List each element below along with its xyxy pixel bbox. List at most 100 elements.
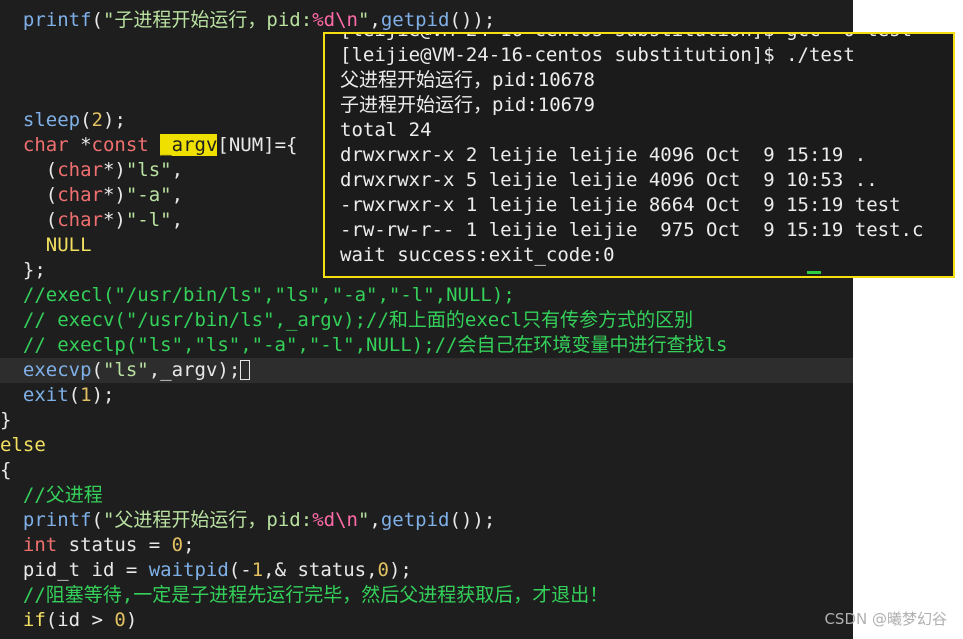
terminal-line: -rwxrwxr-x 1 leijie leijie 8664 Oct 9 15…	[340, 194, 901, 216]
code-token: int	[22, 534, 58, 556]
code-token: ,_argv);	[148, 359, 241, 381]
code-line[interactable]: else	[0, 433, 853, 458]
code-token: ());	[449, 509, 496, 531]
code-token: *	[68, 134, 92, 156]
code-token: (	[0, 159, 58, 181]
code-token: ;	[183, 534, 195, 556]
code-token: );	[388, 559, 412, 581]
code-token: exit	[22, 384, 69, 406]
code-line[interactable]: printf("父进程开始运行，pid:%d\n",getpid());	[0, 508, 853, 533]
code-token: 1	[80, 384, 92, 406]
code-line[interactable]: //execl("/usr/bin/ls","ls","-a","-l",NUL…	[0, 283, 853, 308]
code-token: //父进程	[0, 484, 103, 506]
code-token: execvp	[22, 359, 92, 381]
terminal-output-panel: [leijie@VM-24-16-centos substitution]$ g…	[323, 32, 955, 278]
code-token: //阻塞等待,一定是子进程先运行完毕，然后父进程获取后，才退出！	[0, 584, 609, 606]
code-token: "ls"	[102, 359, 149, 381]
code-token: waitpid	[148, 559, 229, 581]
code-line[interactable]: if(id > 0)	[0, 608, 853, 633]
code-line-current[interactable]: execvp("ls",_argv);	[0, 358, 853, 383]
code-token: 0	[114, 609, 126, 631]
code-token: );	[91, 384, 115, 406]
code-token: );	[103, 109, 126, 131]
code-token: (	[80, 109, 92, 131]
code-token: (	[91, 359, 103, 381]
code-token: ,	[171, 159, 184, 181]
code-token: }	[0, 409, 12, 431]
terminal-line: drwxrwxr-x 5 leijie leijie 4096 Oct 9 10…	[340, 169, 878, 191]
code-token: printf	[22, 9, 92, 31]
code-token: char	[57, 184, 103, 206]
code-token: ,& status,	[263, 559, 378, 581]
terminal-line: [leijie@VM-24-16-centos substitution]$ g…	[325, 34, 953, 43]
terminal-line: 子进程开始运行，pid:10679	[340, 94, 595, 116]
code-line[interactable]: //父进程	[0, 483, 853, 508]
code-token: NULL	[45, 234, 92, 256]
code-token: char	[57, 209, 103, 231]
terminal-line: [leijie@VM-24-16-centos substitution]$ .…	[340, 44, 855, 66]
code-token: ,	[369, 509, 381, 531]
code-token: [NUM]={	[217, 134, 298, 156]
code-token: 0	[377, 559, 389, 581]
code-token: "ls"	[125, 159, 172, 181]
code-token: ,	[369, 9, 381, 31]
code-line[interactable]: //阻塞等待,一定是子进程先运行完毕，然后父进程获取后，才退出！	[0, 583, 853, 608]
code-line[interactable]: printf("子进程开始运行，pid:%d\n",getpid());	[0, 8, 853, 33]
code-line[interactable]: int status = 0;	[0, 533, 853, 558]
code-line[interactable]: }	[0, 408, 853, 433]
code-token: 0	[171, 534, 184, 556]
code-token: %d\n	[312, 9, 358, 31]
code-token: "-a"	[125, 184, 172, 206]
code-token: *)	[102, 184, 126, 206]
code-token: getpid	[380, 509, 450, 531]
code-token: const	[91, 134, 149, 156]
code-token: };	[0, 259, 46, 281]
code-token: *)	[102, 159, 126, 181]
csdn-watermark: CSDN @曦梦幻谷	[824, 610, 947, 628]
code-line[interactable]: // execv("/usr/bin/ls",_argv);//和上面的exec…	[0, 308, 853, 333]
text-cursor	[240, 360, 251, 380]
search-highlight: _argv	[160, 134, 218, 156]
terminal-line: 父进程开始运行，pid:10678	[340, 69, 595, 91]
code-token: ());	[449, 9, 496, 31]
code-token: %d\n	[312, 509, 358, 531]
code-token: (	[91, 9, 103, 31]
code-token: "	[357, 509, 370, 531]
code-token: "-l"	[125, 209, 172, 231]
code-token: char	[22, 134, 69, 156]
code-token: {	[0, 459, 12, 481]
code-token: sleep	[22, 109, 81, 131]
code-line[interactable]: pid_t id = waitpid(-1,& status,0);	[0, 558, 853, 583]
code-line[interactable]: exit(1);	[0, 383, 853, 408]
code-token: 1	[251, 559, 264, 581]
code-token: (	[0, 209, 58, 231]
code-token: (-	[228, 559, 252, 581]
code-token: status =	[57, 534, 172, 556]
code-token: else	[0, 434, 46, 456]
code-token: getpid	[380, 9, 450, 31]
code-token: "	[357, 9, 370, 31]
code-token: "子进程开始运行，pid:	[102, 9, 313, 31]
code-token: (	[0, 184, 58, 206]
code-line[interactable]: // execlp("ls","ls","-a","-l",NULL);//会自…	[0, 333, 853, 358]
code-token: //execl("/usr/bin/ls","ls","-a","-l",NUL…	[0, 284, 515, 306]
code-token: "父进程开始运行，pid:	[102, 509, 313, 531]
code-token: 2	[91, 109, 103, 131]
code-token: (id >	[45, 609, 115, 631]
code-token: (	[91, 509, 103, 531]
code-line[interactable]: {	[0, 458, 853, 483]
code-token: printf	[22, 509, 92, 531]
terminal-line: -rw-rw-r-- 1 leijie leijie 975 Oct 9 15:…	[340, 219, 924, 241]
code-token: // execlp("ls","ls","-a","-l",NULL);//会自…	[0, 334, 728, 356]
code-token: if	[22, 609, 46, 631]
